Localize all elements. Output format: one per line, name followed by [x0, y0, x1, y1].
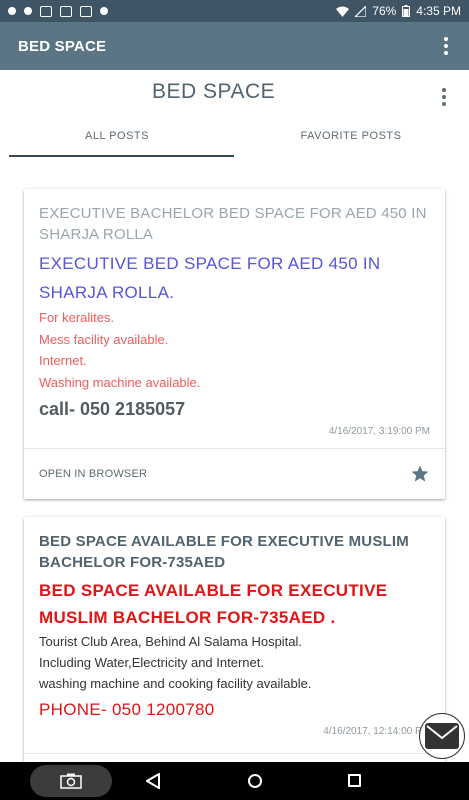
status-bar: 76% 4:35 PM	[0, 0, 469, 22]
page-title: BED SPACE	[152, 80, 276, 103]
open-in-browser-button[interactable]: OPEN IN BROWSER	[39, 468, 147, 480]
post-title: EXECUTIVE BACHELOR BED SPACE FOR AED 450…	[39, 205, 427, 243]
post-card: EXECUTIVE BACHELOR BED SPACE FOR AED 450…	[24, 189, 445, 499]
battery-percent: 76%	[372, 4, 397, 18]
tab-bar: ALL POSTS FAVORITE POSTS	[0, 120, 469, 158]
app-title: BED SPACE	[18, 37, 107, 55]
page-header: BED SPACE	[0, 70, 469, 120]
post-line: For keralites.	[39, 310, 115, 325]
app-bar: BED SPACE	[0, 22, 469, 70]
post-actions: OPEN IN BROWSER	[39, 449, 430, 499]
post-headline: BED SPACE AVAILABLE FOR EXECUTIVE MUSLIM…	[39, 581, 388, 627]
post-line: Washing machine available.	[39, 374, 201, 390]
post-line: Including Water,Electricity and Internet…	[39, 655, 264, 670]
gmail-icon	[40, 5, 52, 17]
post-title: BED SPACE AVAILABLE FOR EXECUTIVE MUSLIM…	[39, 533, 409, 571]
notification-icon	[24, 7, 32, 15]
screenshot-button[interactable]	[30, 765, 112, 797]
post-contact: call- 050 2185057	[39, 399, 186, 419]
bag-icon	[80, 5, 92, 17]
back-icon[interactable]	[146, 773, 160, 789]
clock: 4:35 PM	[416, 4, 461, 18]
post-contact: PHONE- 050 1200780	[39, 700, 215, 719]
mail-fab[interactable]	[419, 713, 465, 759]
post-timestamp: 4/16/2017, 3:19:00 PM	[328, 426, 430, 437]
post-line: washing machine and cooking facility ava…	[39, 676, 312, 691]
mail-icon	[425, 723, 459, 749]
post-line: Internet.	[39, 353, 87, 368]
image-icon	[60, 5, 72, 17]
star-icon[interactable]	[410, 464, 430, 484]
signal-icon	[355, 5, 367, 17]
camera-icon	[60, 773, 82, 789]
nav-bar	[0, 762, 469, 800]
post-line: Mess facility available.	[39, 331, 169, 347]
post-card: BED SPACE AVAILABLE FOR EXECUTIVE MUSLIM…	[24, 517, 445, 777]
tab-favorite-posts[interactable]: FAVORITE POSTS	[234, 120, 468, 158]
more-vert-icon[interactable]	[441, 37, 451, 55]
post-line: Tourist Club Area, Behind Al Salama Hosp…	[39, 634, 303, 649]
divider	[24, 753, 445, 754]
wifi-icon	[336, 6, 350, 17]
notification-icon	[8, 7, 16, 15]
android-icon	[100, 7, 108, 15]
post-timestamp: 4/16/2017, 12:14:00 PM	[323, 726, 430, 737]
home-icon[interactable]	[248, 774, 262, 788]
recents-icon[interactable]	[348, 774, 361, 787]
battery-icon	[402, 5, 411, 17]
post-headline: EXECUTIVE BED SPACE FOR AED 450 IN SHARJ…	[39, 254, 381, 302]
tab-all-posts[interactable]: ALL POSTS	[0, 120, 234, 158]
more-vert-icon[interactable]	[439, 88, 449, 106]
